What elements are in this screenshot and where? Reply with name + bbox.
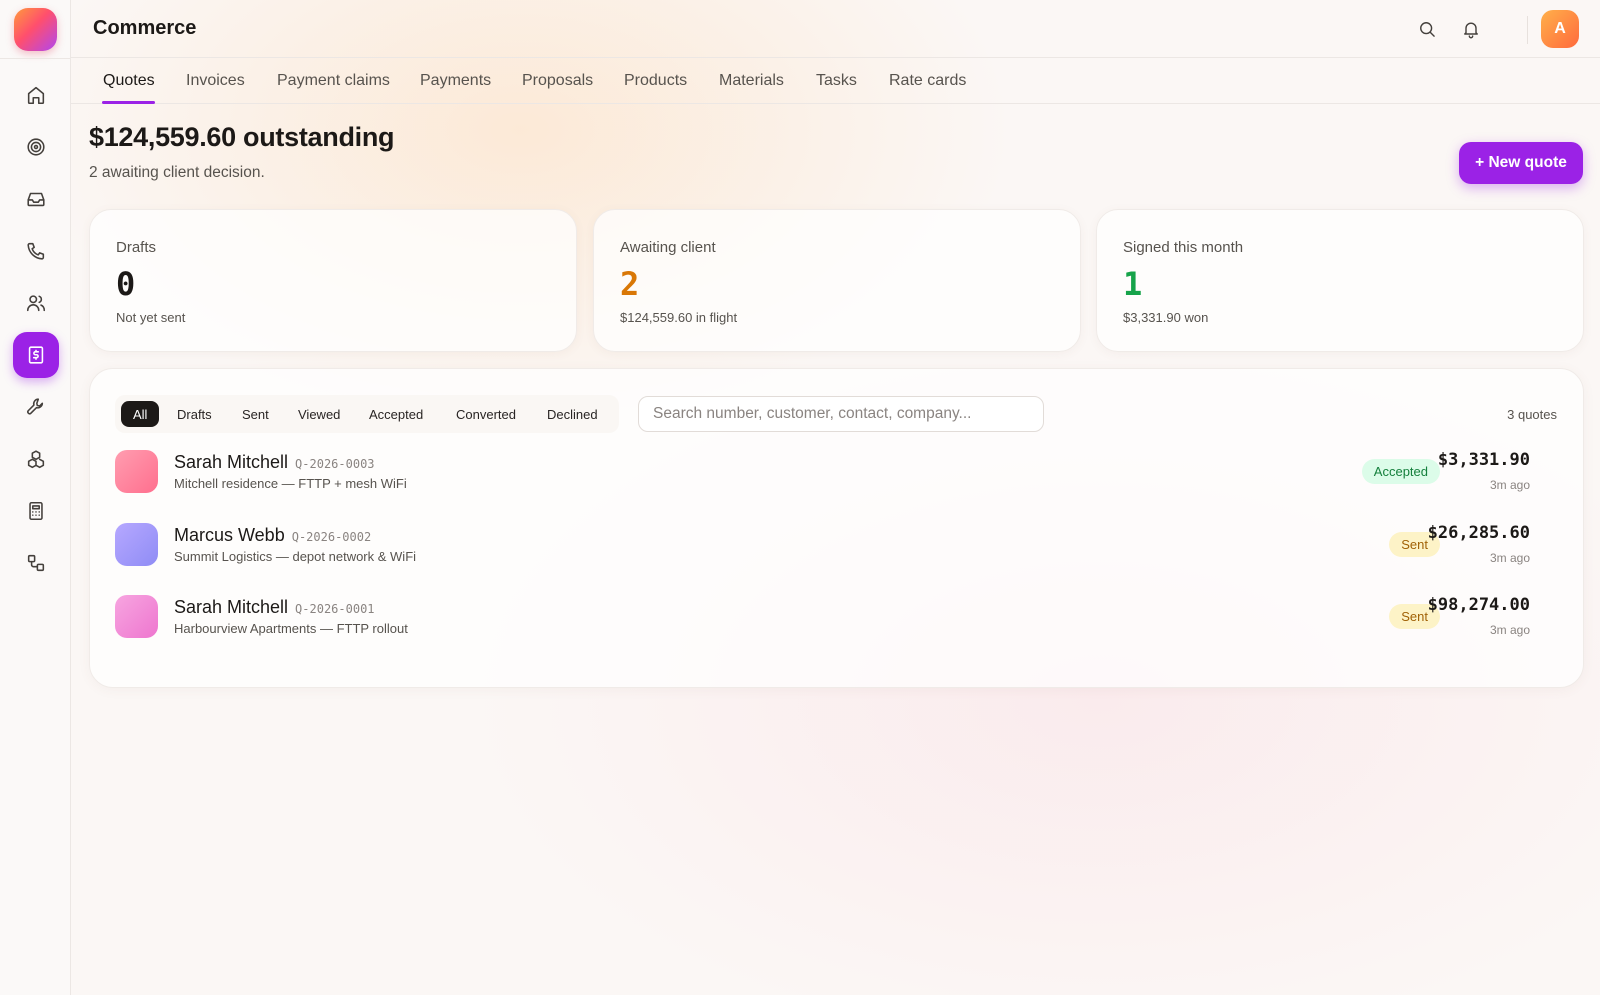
stat-label: Awaiting client [620, 239, 716, 256]
quote-row[interactable]: Sarah Mitchell Q-2026-0003 Mitchell resid… [115, 441, 1535, 501]
sidebar-item-inbox[interactable] [13, 176, 59, 222]
quote-amount: $26,285.60 [1427, 523, 1530, 543]
sidebar-item-inventory[interactable] [13, 436, 59, 482]
top-bar: Commerce A [71, 0, 1600, 58]
tab-materials[interactable]: Materials [719, 72, 784, 90]
quote-row[interactable]: Sarah Mitchell Q-2026-0001 Harbourview Ap… [115, 586, 1535, 646]
customer-name-line: Sarah Mitchell Q-2026-0001 [174, 597, 375, 618]
status-badge: Accepted [1361, 459, 1440, 484]
stat-note: Not yet sent [116, 310, 186, 325]
quote-count: 3 quotes [1507, 407, 1557, 422]
customer-name: Marcus Webb [174, 525, 285, 545]
wrench-icon [27, 398, 44, 415]
filter-all[interactable]: All [121, 401, 160, 427]
tab-rate-cards[interactable]: Rate cards [889, 72, 966, 90]
tab-invoices[interactable]: Invoices [186, 72, 245, 90]
tab-products[interactable]: Products [624, 72, 687, 90]
tab-quotes[interactable]: Quotes [103, 72, 155, 90]
inbox-icon [27, 192, 45, 207]
header-divider [1527, 16, 1528, 44]
tab-tasks[interactable]: Tasks [816, 72, 857, 90]
customer-name: Sarah Mitchell [174, 452, 289, 472]
quote-description: Harbourview Apartments — FTTP rollout [174, 621, 408, 636]
stat-note: $124,559.60 in flight [620, 310, 738, 325]
customer-name-line: Sarah Mitchell Q-2026-0003 [174, 452, 375, 473]
quote-amount: $98,274.00 [1427, 595, 1530, 615]
sidebar [0, 0, 71, 995]
stat-value: 1 [1123, 265, 1143, 303]
tab-payment-claims[interactable]: Payment claims [277, 72, 390, 90]
stat-card-signed-this-month[interactable]: Signed this month 1 $3,331.90 won [1096, 209, 1584, 352]
quote-search-input[interactable] [638, 396, 1044, 432]
search-button[interactable] [1415, 17, 1439, 41]
stat-note: $3,331.90 won [1123, 310, 1209, 325]
quote-row[interactable]: Marcus Webb Q-2026-0002 Summit Logistics … [115, 514, 1535, 574]
tab-payments[interactable]: Payments [420, 72, 491, 90]
quote-number: Q-2026-0003 [295, 457, 375, 471]
sidebar-item-jobs[interactable] [13, 384, 59, 430]
quotes-panel: All Drafts Sent Viewed Accepted Converte… [89, 368, 1584, 688]
sidebar-item-calls[interactable] [13, 228, 59, 274]
app-logo[interactable] [14, 8, 57, 51]
customer-name-line: Marcus Webb Q-2026-0002 [174, 525, 371, 546]
search-icon [1420, 22, 1435, 37]
active-tab-indicator [102, 101, 155, 104]
customer-avatar [115, 450, 158, 493]
sidebar-item-estimator[interactable] [13, 488, 59, 534]
phone-icon [27, 242, 45, 260]
status-filter-group: All Drafts Sent Viewed Accepted Converte… [115, 395, 619, 433]
quote-number: Q-2026-0001 [295, 602, 375, 616]
filter-converted[interactable]: Converted [444, 401, 528, 427]
sidebar-item-commerce[interactable] [13, 332, 59, 378]
sidebar-item-contacts[interactable] [13, 280, 59, 326]
sidebar-item-home[interactable] [13, 72, 59, 118]
filter-viewed[interactable]: Viewed [286, 401, 352, 427]
notifications-button[interactable] [1459, 17, 1483, 41]
home-icon [27, 86, 45, 105]
bell-icon [1464, 22, 1478, 39]
stat-value: 2 [620, 265, 640, 303]
filter-sent[interactable]: Sent [230, 401, 281, 427]
customer-avatar [115, 595, 158, 638]
app-title: Commerce [93, 17, 197, 39]
user-avatar[interactable]: A [1541, 10, 1579, 48]
stat-label: Drafts [116, 239, 157, 256]
outstanding-total: $124,559.60 outstanding [89, 122, 395, 152]
calculator-icon [29, 501, 43, 521]
quote-timestamp: 3m ago [1489, 478, 1530, 492]
quote-timestamp: 3m ago [1489, 623, 1530, 637]
module-tabs: Quotes Invoices Payment claims Payments … [71, 58, 1600, 104]
stat-card-awaiting-client[interactable]: Awaiting client 2 $124,559.60 in flight [593, 209, 1081, 352]
dollar-document-icon [28, 346, 44, 364]
sidebar-item-workflows[interactable] [13, 540, 59, 586]
target-icon [27, 138, 45, 156]
new-quote-button[interactable]: + New quote [1459, 142, 1583, 184]
awaiting-summary: 2 awaiting client decision. [89, 164, 265, 181]
sidebar-divider [0, 58, 71, 59]
quote-description: Mitchell residence — FTTP + mesh WiFi [174, 476, 407, 491]
stat-card-drafts[interactable]: Drafts 0 Not yet sent [89, 209, 577, 352]
boxes-icon [27, 450, 45, 469]
quote-amount: $3,331.90 [1437, 450, 1530, 470]
quote-description: Summit Logistics — depot network & WiFi [174, 549, 417, 564]
quote-number: Q-2026-0002 [291, 530, 372, 544]
stat-value: 0 [116, 265, 136, 303]
tab-proposals[interactable]: Proposals [522, 72, 593, 90]
filter-drafts[interactable]: Drafts [165, 401, 224, 427]
customer-avatar [115, 523, 158, 566]
filter-accepted[interactable]: Accepted [357, 401, 435, 427]
sidebar-item-goals[interactable] [13, 124, 59, 170]
quote-timestamp: 3m ago [1489, 551, 1530, 565]
customer-name: Sarah Mitchell [174, 597, 289, 617]
workflow-icon [27, 554, 45, 572]
stat-label: Signed this month [1123, 239, 1244, 256]
filter-declined[interactable]: Declined [535, 401, 610, 427]
users-icon [26, 295, 46, 312]
